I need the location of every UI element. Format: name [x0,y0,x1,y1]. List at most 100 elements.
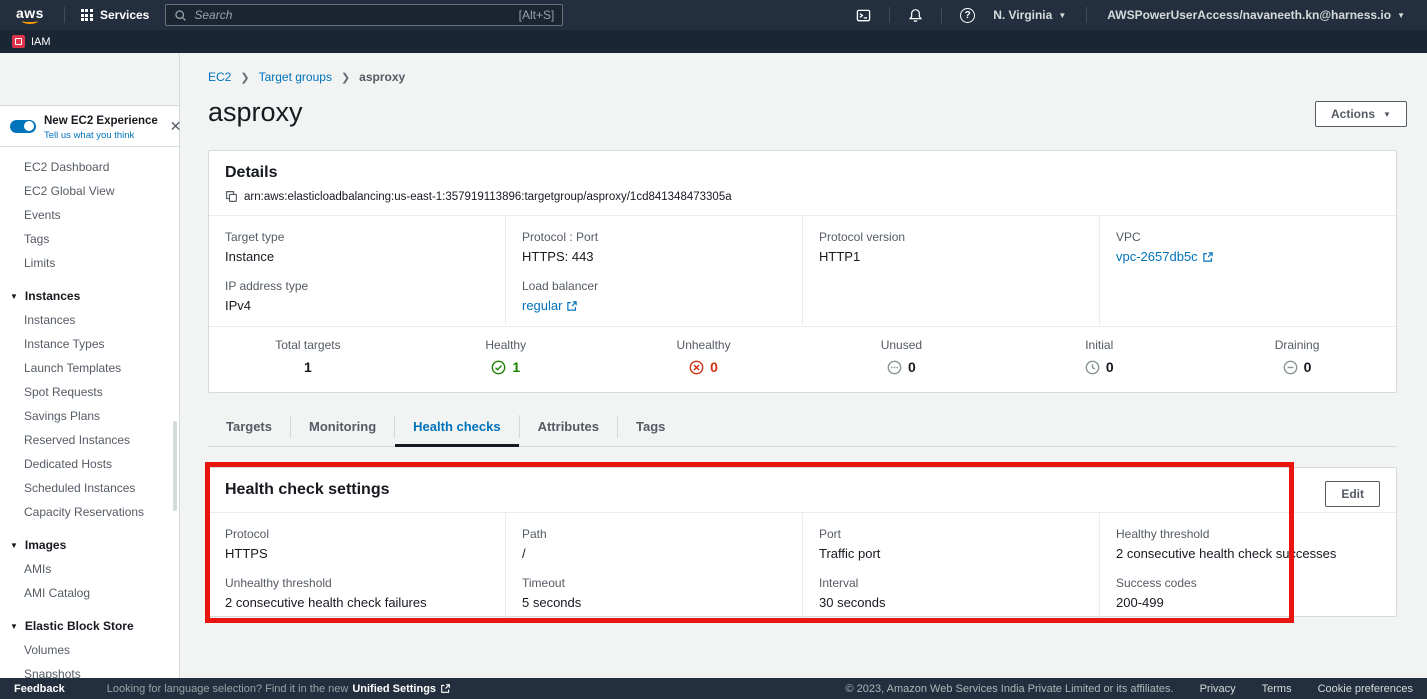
services-grid-icon [81,9,93,21]
arn-value: arn:aws:elasticloadbalancing:us-east-1:3… [244,191,732,203]
terms-link[interactable]: Terms [1262,683,1292,695]
vpc-link[interactable]: vpc-2657db5c [1116,249,1214,264]
sidebar-item-capacity-reservations[interactable]: Capacity Reservations [0,500,179,524]
help-button[interactable]: ? [952,8,983,23]
new-experience-feedback-link[interactable]: Tell us what you think [44,130,158,141]
divider [941,7,942,23]
sidebar-item-instance-types[interactable]: Instance Types [0,332,179,356]
sidebar-item-ami-catalog[interactable]: AMI Catalog [0,581,179,605]
draining-count: Draining 0 [1198,327,1396,393]
services-label: Services [100,8,149,22]
chevron-down-icon: ▼ [1058,11,1066,20]
unused-count: Unused 0 [802,327,1000,393]
draining-minus-icon [1283,360,1298,375]
new-experience-panel: New EC2 Experience Tell us what you thin… [0,105,179,147]
field-protocol-version: Protocol version HTTP1 [819,230,1083,264]
field-healthy-threshold: Healthy threshold 2 consecutive health c… [1116,527,1380,561]
account-menu[interactable]: AWSPowerUserAccess/navaneeth.kn@harness.… [1097,8,1415,22]
new-experience-toggle[interactable] [10,120,36,133]
triangle-down-icon: ▼ [10,622,18,631]
divider [64,7,65,23]
sidebar-scrollbar[interactable] [173,421,177,511]
sidebar-item-spot-requests[interactable]: Spot Requests [0,380,179,404]
language-hint: Looking for language selection? Find it … [107,683,451,695]
details-title: Details [225,164,1380,182]
sidebar-item-ec2-dashboard[interactable]: EC2 Dashboard [0,155,179,179]
field-protocol: Protocol HTTPS [225,527,489,561]
sidebar-item-limits[interactable]: Limits [0,251,179,275]
main-content: EC2 ❯ Target groups ❯ asproxy asproxy Ac… [180,53,1427,678]
region-selector[interactable]: N. Virginia ▼ [983,8,1076,22]
chevron-right-icon: ❯ [240,71,249,84]
healthy-check-icon [491,360,506,375]
field-port: Port Traffic port [819,527,1083,561]
cloudshell-terminal-icon [856,8,871,23]
breadcrumb: EC2 ❯ Target groups ❯ asproxy [208,70,405,84]
sidebar-item-tags[interactable]: Tags [0,227,179,251]
tab-targets[interactable]: Targets [208,410,290,447]
triangle-down-icon: ▼ [10,292,18,301]
sidebar-item-volumes[interactable]: Volumes [0,638,179,662]
feedback-button[interactable]: Feedback [14,683,65,695]
sidebar-item-events[interactable]: Events [0,203,179,227]
sidebar-item-scheduled-instances[interactable]: Scheduled Instances [0,476,179,500]
field-vpc: VPC vpc-2657db5c [1116,230,1380,264]
search-input[interactable] [194,8,518,22]
tab-monitoring[interactable]: Monitoring [291,410,394,447]
cloudshell-button[interactable] [848,8,879,23]
aws-console-window: aws Services [Alt+S] ? N. Vi [0,0,1427,699]
load-balancer-link[interactable]: regular [522,298,578,313]
sidebar-section-images[interactable]: ▼ Images [0,533,179,557]
favorites-bar: IAM [0,30,1427,53]
sidebar-item-ec2-global-view[interactable]: EC2 Global View [0,179,179,203]
account-label: AWSPowerUserAccess/navaneeth.kn@harness.… [1107,8,1391,22]
chevron-down-icon: ▼ [1397,11,1405,20]
field-ip-address-type: IP address type IPv4 [225,279,489,313]
sidebar-item-launch-templates[interactable]: Launch Templates [0,356,179,380]
sidebar-item-reserved-instances[interactable]: Reserved Instances [0,428,179,452]
search-shortcut: [Alt+S] [519,8,555,22]
sidebar-navigation: EC2 Dashboard EC2 Global View Events Tag… [0,147,179,686]
sidebar-item-savings-plans[interactable]: Savings Plans [0,404,179,428]
search-bar[interactable]: [Alt+S] [165,4,563,26]
cookie-preferences-link[interactable]: Cookie preferences [1318,683,1413,695]
initial-clock-icon [1085,360,1100,375]
breadcrumb-ec2[interactable]: EC2 [208,70,231,84]
sidebar-section-instances[interactable]: ▼ Instances [0,284,179,308]
sidebar-item-instances[interactable]: Instances [0,308,179,332]
copy-icon[interactable] [225,190,238,203]
unhealthy-x-icon [689,360,704,375]
region-label: N. Virginia [993,8,1052,22]
footer: Feedback Looking for language selection?… [0,678,1427,699]
chevron-down-icon: ▼ [1383,110,1391,119]
iam-icon [12,35,25,48]
divider [1086,7,1087,23]
edit-button[interactable]: Edit [1325,481,1380,507]
chevron-right-icon: ❯ [341,71,350,84]
field-load-balancer: Load balancer regular [522,279,786,313]
external-link-icon [1202,251,1214,263]
sidebar-item-dedicated-hosts[interactable]: Dedicated Hosts [0,452,179,476]
sidebar-item-amis[interactable]: AMIs [0,557,179,581]
actions-button[interactable]: Actions ▼ [1315,101,1407,127]
privacy-link[interactable]: Privacy [1200,683,1236,695]
breadcrumb-target-groups[interactable]: Target groups [259,70,332,84]
favorite-iam[interactable]: IAM [12,35,51,48]
field-timeout: Timeout 5 seconds [522,576,786,610]
arn-row: arn:aws:elasticloadbalancing:us-east-1:3… [225,190,1380,203]
aws-logo[interactable]: aws [12,5,54,25]
tab-tags[interactable]: Tags [618,410,683,447]
sidebar-section-elastic-block-store[interactable]: ▼ Elastic Block Store [0,614,179,638]
tab-health-checks[interactable]: Health checks [395,410,518,447]
details-fields: Target type Instance IP address type IPv… [209,215,1396,325]
notifications-button[interactable] [900,8,931,23]
search-icon [174,9,187,22]
tab-bar: Targets Monitoring Health checks Attribu… [208,410,1397,447]
tab-attributes[interactable]: Attributes [520,410,617,447]
unified-settings-link[interactable]: Unified Settings [352,683,436,695]
favorite-iam-label: IAM [31,36,51,48]
health-check-fields: Protocol HTTPS Unhealthy threshold 2 con… [209,512,1396,617]
details-panel: Details arn:aws:elasticloadbalancing:us-… [208,150,1397,393]
services-menu-button[interactable]: Services [75,8,155,22]
close-icon[interactable]: ✕ [166,116,186,137]
